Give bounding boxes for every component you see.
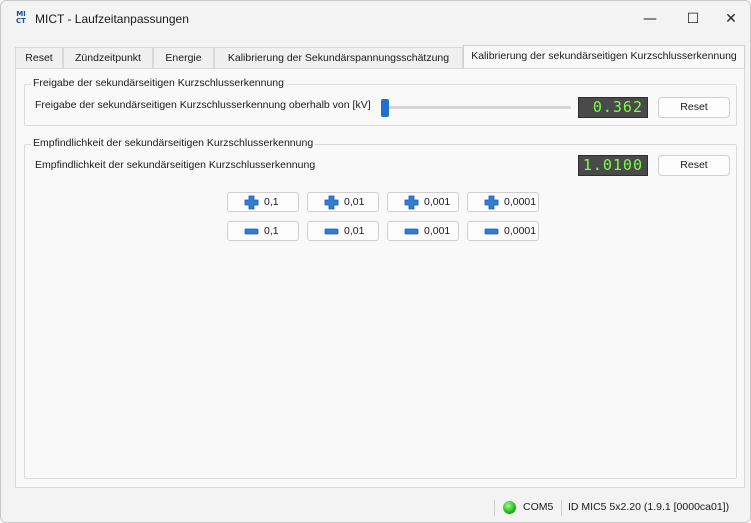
title-bar: MI CT MICT - Laufzeitanpassungen — ☐ ✕: [1, 1, 750, 39]
decrement-0-01-button[interactable]: 0,01: [307, 221, 379, 241]
plus-icon: [404, 195, 419, 210]
device-id-label: ID MIC5 5x2.20 (1.9.1 [0000ca01]): [568, 501, 730, 513]
sensitivity-reset-button[interactable]: Reset: [658, 155, 730, 176]
tab-short-circuit-calibration[interactable]: Kalibrierung der sekundärseitigen Kurzsc…: [463, 45, 745, 69]
minus-icon: [404, 228, 419, 235]
tab-secondary-voltage-calibration[interactable]: Kalibrierung der Sekundärspannungsschätz…: [214, 47, 463, 68]
increment-0-001-button[interactable]: 0,001: [387, 192, 459, 212]
status-bar: COM5 ID MIC5 5x2.20 (1.9.1 [0000ca01]): [1, 494, 750, 522]
app-window: MI CT MICT - Laufzeitanpassungen — ☐ ✕ R…: [0, 0, 751, 523]
decrement-0-0001-button[interactable]: 0,0001: [467, 221, 539, 241]
status-separator: [561, 500, 562, 516]
sensitivity-group: Empfindlichkeit der sekundärseitigen Kur…: [24, 137, 737, 479]
decrement-0-001-button[interactable]: 0,001: [387, 221, 459, 241]
window-title: MICT - Laufzeitanpassungen: [35, 12, 189, 26]
connection-led-icon: [503, 501, 516, 514]
sensitivity-label: Empfindlichkeit der sekundärseitigen Kur…: [35, 159, 316, 171]
minus-icon: [244, 228, 259, 235]
status-separator: [494, 500, 495, 516]
release-threshold-slider-thumb[interactable]: [381, 99, 389, 117]
release-threshold-slider-track[interactable]: [381, 106, 571, 109]
mict-logo-icon: MI CT: [16, 10, 26, 25]
close-button[interactable]: ✕: [721, 9, 741, 29]
plus-icon: [324, 195, 339, 210]
minus-icon: [484, 228, 499, 235]
release-group: Freigabe der sekundärseitigen Kurzschlus…: [24, 77, 737, 126]
sensitivity-group-title: Empfindlichkeit der sekundärseitigen Kur…: [31, 137, 316, 149]
release-group-title: Freigabe der sekundärseitigen Kurzschlus…: [31, 77, 286, 89]
tab-bar: Reset Zündzeitpunkt Energie Kalibrierung…: [15, 45, 745, 69]
plus-icon: [244, 195, 259, 210]
increment-0-1-button[interactable]: 0,1: [227, 192, 299, 212]
minus-icon: [324, 228, 339, 235]
sensitivity-display: 1.0100: [578, 155, 648, 176]
tab-content-panel: Freigabe der sekundärseitigen Kurzschlus…: [15, 68, 745, 488]
com-port-label: COM5: [523, 501, 554, 513]
decrement-0-1-button[interactable]: 0,1: [227, 221, 299, 241]
release-reset-button[interactable]: Reset: [658, 97, 730, 118]
increment-0-0001-button[interactable]: 0,0001: [467, 192, 539, 212]
plus-icon: [484, 195, 499, 210]
increment-0-01-button[interactable]: 0,01: [307, 192, 379, 212]
release-threshold-display: 0.362: [578, 97, 648, 118]
minimize-button[interactable]: —: [640, 9, 660, 29]
tab-reset[interactable]: Reset: [15, 47, 63, 68]
release-threshold-label: Freigabe der sekundärseitigen Kurzschlus…: [35, 99, 371, 111]
maximize-button[interactable]: ☐: [683, 9, 703, 29]
tab-energy[interactable]: Energie: [153, 47, 214, 68]
tab-ignition-timing[interactable]: Zündzeitpunkt: [63, 47, 153, 68]
